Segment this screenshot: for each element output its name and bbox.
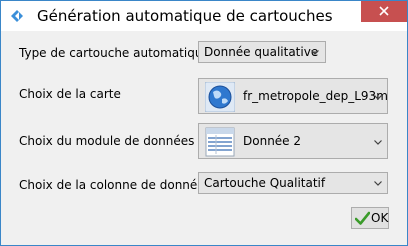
- chevron-down-icon: [374, 181, 382, 186]
- dialog-window: Génération automatique de cartouches Typ…: [0, 0, 408, 246]
- column-label: Choix de la colonne de données: [19, 178, 211, 192]
- window-title: Génération automatique de cartouches: [37, 7, 333, 25]
- close-button[interactable]: [361, 1, 407, 22]
- chevron-down-icon: [311, 50, 319, 55]
- type-select[interactable]: Donnée qualitative: [198, 41, 326, 63]
- ok-button[interactable]: OK: [351, 207, 389, 229]
- chevron-down-icon: [374, 140, 382, 145]
- chevron-down-icon: [374, 95, 382, 100]
- type-label: Type de cartouche automatique: [19, 46, 210, 60]
- close-icon: [379, 6, 389, 16]
- ok-button-label: OK: [371, 211, 389, 225]
- map-select[interactable]: fr_metropole_dep_L93m: [198, 78, 388, 114]
- app-icon: [11, 10, 23, 22]
- globe-icon: [205, 82, 235, 112]
- map-select-value: fr_metropole_dep_L93m: [243, 89, 388, 103]
- column-select[interactable]: Cartouche Qualitatif: [198, 172, 388, 194]
- module-select-value: Donnée 2: [243, 134, 302, 148]
- checkmark-icon: [355, 211, 370, 225]
- module-select[interactable]: Donnée 2: [198, 123, 388, 159]
- title-bar[interactable]: Génération automatique de cartouches: [1, 1, 407, 31]
- map-label: Choix de la carte: [19, 87, 121, 101]
- data-table-icon: [205, 127, 235, 157]
- type-select-value: Donnée qualitative: [204, 45, 319, 59]
- dialog-body: Type de cartouche automatique Donnée qua…: [9, 31, 399, 237]
- column-select-value: Cartouche Qualitatif: [204, 176, 326, 190]
- module-label: Choix du module de données: [19, 134, 195, 148]
